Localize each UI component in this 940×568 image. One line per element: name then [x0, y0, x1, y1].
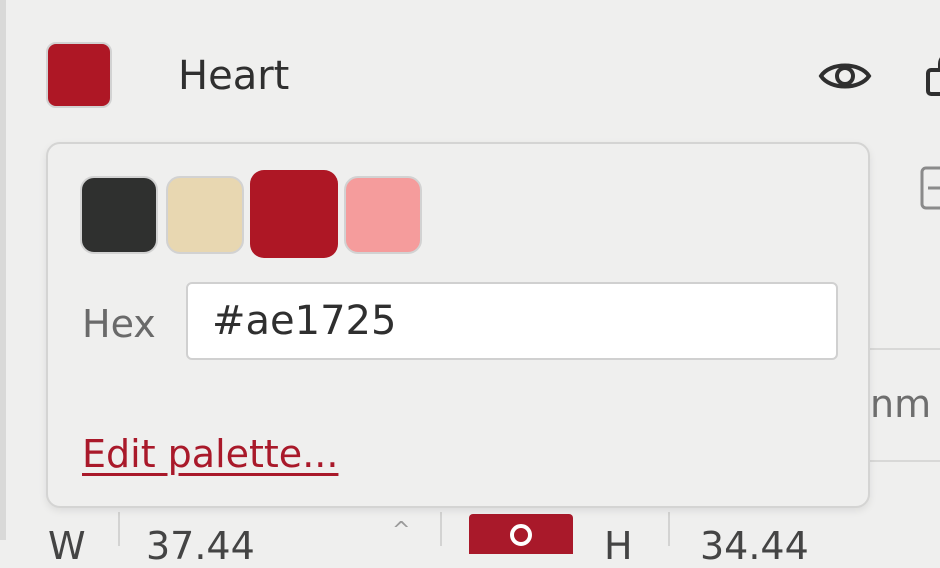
palette-swatch-pink[interactable] — [344, 176, 422, 254]
height-label: H — [604, 524, 633, 568]
width-label: W — [48, 524, 86, 568]
height-value[interactable]: 34.44 — [700, 524, 809, 568]
palette-swatch-dark[interactable] — [80, 176, 158, 254]
background-field-border — [870, 348, 940, 350]
divider — [118, 512, 120, 546]
edit-palette-link[interactable]: Edit palette... — [82, 432, 338, 476]
link-icon — [510, 524, 532, 546]
unit-label-fragment: nm — [870, 382, 932, 426]
background-field-border — [870, 460, 940, 462]
palette-swatch-red-selected[interactable] — [250, 170, 338, 258]
divider — [668, 512, 670, 546]
panel-left-border — [0, 0, 6, 540]
align-icon[interactable] — [920, 166, 940, 212]
divider — [440, 512, 442, 546]
palette-swatch-cream[interactable] — [166, 176, 244, 254]
eye-icon[interactable] — [818, 56, 872, 96]
hex-label: Hex — [82, 302, 156, 346]
width-value[interactable]: 37.44 — [146, 524, 255, 568]
hex-input[interactable] — [186, 282, 838, 360]
color-picker-popover: Hex Edit palette... — [46, 142, 870, 508]
lock-icon[interactable] — [926, 52, 940, 98]
layer-name: Heart — [178, 53, 290, 99]
layer-color-swatch[interactable] — [46, 42, 112, 108]
dimensions-row: W 37.44 ^ H 34.44 — [0, 506, 940, 568]
chevron-up-icon[interactable]: ^ — [392, 518, 410, 543]
